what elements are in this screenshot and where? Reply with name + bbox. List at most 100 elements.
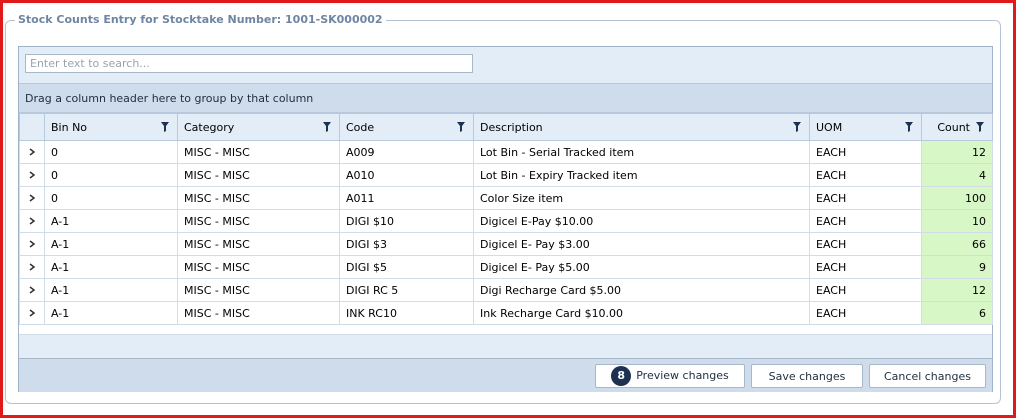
expand-cell[interactable]	[19, 232, 45, 256]
changes-count-badge: 8	[611, 366, 632, 386]
chevron-right-icon[interactable]	[28, 239, 36, 248]
column-header-label: Code	[346, 120, 375, 134]
bin-no-cell[interactable]: A-1	[44, 232, 178, 256]
expand-cell[interactable]	[19, 255, 45, 279]
expand-column-header	[19, 113, 45, 141]
preview-changes-button[interactable]: 8 Preview changes	[595, 364, 745, 388]
category-cell[interactable]: MISC - MISC	[177, 278, 340, 302]
column-header-uom[interactable]: UOM	[809, 113, 922, 141]
description-cell[interactable]: Lot Bin - Serial Tracked item	[473, 140, 810, 164]
uom-cell[interactable]: EACH	[809, 163, 922, 187]
filter-icon[interactable]	[976, 122, 984, 132]
table-row[interactable]: A-1 MISC - MISC INK RC10 Ink Recharge Ca…	[19, 301, 993, 325]
category-cell[interactable]: MISC - MISC	[177, 209, 340, 233]
filter-icon[interactable]	[905, 122, 913, 132]
filter-icon[interactable]	[457, 122, 465, 132]
category-cell[interactable]: MISC - MISC	[177, 163, 340, 187]
code-cell[interactable]: DIGI $5	[339, 255, 474, 279]
bin-no-cell[interactable]: A-1	[44, 278, 178, 302]
count-cell[interactable]: 4	[921, 163, 993, 187]
category-cell[interactable]: MISC - MISC	[177, 255, 340, 279]
column-header-code[interactable]: Code	[339, 113, 474, 141]
column-header-description[interactable]: Description	[473, 113, 810, 141]
table-row[interactable]: A-1 MISC - MISC DIGI $5 Digicel E- Pay $…	[19, 255, 993, 279]
save-changes-button[interactable]: Save changes	[751, 364, 863, 388]
expand-cell[interactable]	[19, 140, 45, 164]
count-cell[interactable]: 66	[921, 232, 993, 256]
search-input[interactable]	[25, 54, 473, 73]
table-row[interactable]: A-1 MISC - MISC DIGI $3 Digicel E- Pay $…	[19, 232, 993, 256]
code-cell[interactable]: DIGI $3	[339, 232, 474, 256]
filter-icon[interactable]	[161, 122, 169, 132]
header-row: Bin No Category Code Description UOM Cou…	[19, 113, 993, 141]
uom-cell[interactable]: EACH	[809, 232, 922, 256]
table-row[interactable]: 0 MISC - MISC A010 Lot Bin - Expiry Trac…	[19, 163, 993, 187]
expand-cell[interactable]	[19, 163, 45, 187]
bin-no-cell[interactable]: A-1	[44, 301, 178, 325]
bin-no-cell[interactable]: 0	[44, 186, 178, 210]
chevron-right-icon[interactable]	[28, 170, 36, 179]
count-cell[interactable]: 12	[921, 140, 993, 164]
table-row[interactable]: 0 MISC - MISC A009 Lot Bin - Serial Trac…	[19, 140, 993, 164]
chevron-right-icon[interactable]	[28, 193, 36, 202]
category-cell[interactable]: MISC - MISC	[177, 232, 340, 256]
counts-table: Bin No Category Code Description UOM Cou…	[19, 113, 993, 325]
count-cell[interactable]: 6	[921, 301, 993, 325]
uom-cell[interactable]: EACH	[809, 186, 922, 210]
bin-no-cell[interactable]: 0	[44, 163, 178, 187]
uom-cell[interactable]: EACH	[809, 278, 922, 302]
chevron-right-icon[interactable]	[28, 216, 36, 225]
table-row[interactable]: A-1 MISC - MISC DIGI $10 Digicel E-Pay $…	[19, 209, 993, 233]
search-bar	[19, 47, 992, 84]
code-cell[interactable]: DIGI $10	[339, 209, 474, 233]
uom-cell[interactable]: EACH	[809, 255, 922, 279]
column-header-count[interactable]: Count	[921, 113, 993, 141]
chevron-right-icon[interactable]	[28, 262, 36, 271]
column-header-label: Description	[480, 120, 543, 134]
count-cell[interactable]: 100	[921, 186, 993, 210]
count-cell[interactable]: 12	[921, 278, 993, 302]
description-cell[interactable]: Digi Recharge Card $5.00	[473, 278, 810, 302]
panel-title: Stock Counts Entry for Stocktake Number:…	[15, 13, 386, 27]
table-row[interactable]: 0 MISC - MISC A011 Color Size item EACH …	[19, 186, 993, 210]
code-cell[interactable]: A011	[339, 186, 474, 210]
chevron-right-icon[interactable]	[28, 285, 36, 294]
chevron-right-icon[interactable]	[28, 147, 36, 156]
category-cell[interactable]: MISC - MISC	[177, 301, 340, 325]
grid-empty-area	[19, 334, 992, 359]
bin-no-cell[interactable]: A-1	[44, 255, 178, 279]
uom-cell[interactable]: EACH	[809, 301, 922, 325]
group-by-panel[interactable]: Drag a column header here to group by th…	[19, 84, 992, 113]
cancel-changes-button[interactable]: Cancel changes	[869, 364, 986, 388]
count-cell[interactable]: 9	[921, 255, 993, 279]
column-header-bin-no[interactable]: Bin No	[44, 113, 178, 141]
code-cell[interactable]: A010	[339, 163, 474, 187]
description-cell[interactable]: Digicel E-Pay $10.00	[473, 209, 810, 233]
filter-icon[interactable]	[793, 122, 801, 132]
column-header-label: Bin No	[51, 120, 88, 134]
chevron-right-icon[interactable]	[28, 308, 36, 317]
table-row[interactable]: A-1 MISC - MISC DIGI RC 5 Digi Recharge …	[19, 278, 993, 302]
code-cell[interactable]: DIGI RC 5	[339, 278, 474, 302]
uom-cell[interactable]: EACH	[809, 140, 922, 164]
filter-icon[interactable]	[323, 122, 331, 132]
preview-changes-label: Preview changes	[636, 369, 729, 382]
code-cell[interactable]: INK RC10	[339, 301, 474, 325]
expand-cell[interactable]	[19, 301, 45, 325]
description-cell[interactable]: Digicel E- Pay $3.00	[473, 232, 810, 256]
description-cell[interactable]: Digicel E- Pay $5.00	[473, 255, 810, 279]
category-cell[interactable]: MISC - MISC	[177, 140, 340, 164]
count-cell[interactable]: 10	[921, 209, 993, 233]
category-cell[interactable]: MISC - MISC	[177, 186, 340, 210]
column-header-category[interactable]: Category	[177, 113, 340, 141]
uom-cell[interactable]: EACH	[809, 209, 922, 233]
bin-no-cell[interactable]: 0	[44, 140, 178, 164]
expand-cell[interactable]	[19, 278, 45, 302]
description-cell[interactable]: Color Size item	[473, 186, 810, 210]
expand-cell[interactable]	[19, 209, 45, 233]
expand-cell[interactable]	[19, 186, 45, 210]
description-cell[interactable]: Ink Recharge Card $10.00	[473, 301, 810, 325]
description-cell[interactable]: Lot Bin - Expiry Tracked item	[473, 163, 810, 187]
code-cell[interactable]: A009	[339, 140, 474, 164]
bin-no-cell[interactable]: A-1	[44, 209, 178, 233]
